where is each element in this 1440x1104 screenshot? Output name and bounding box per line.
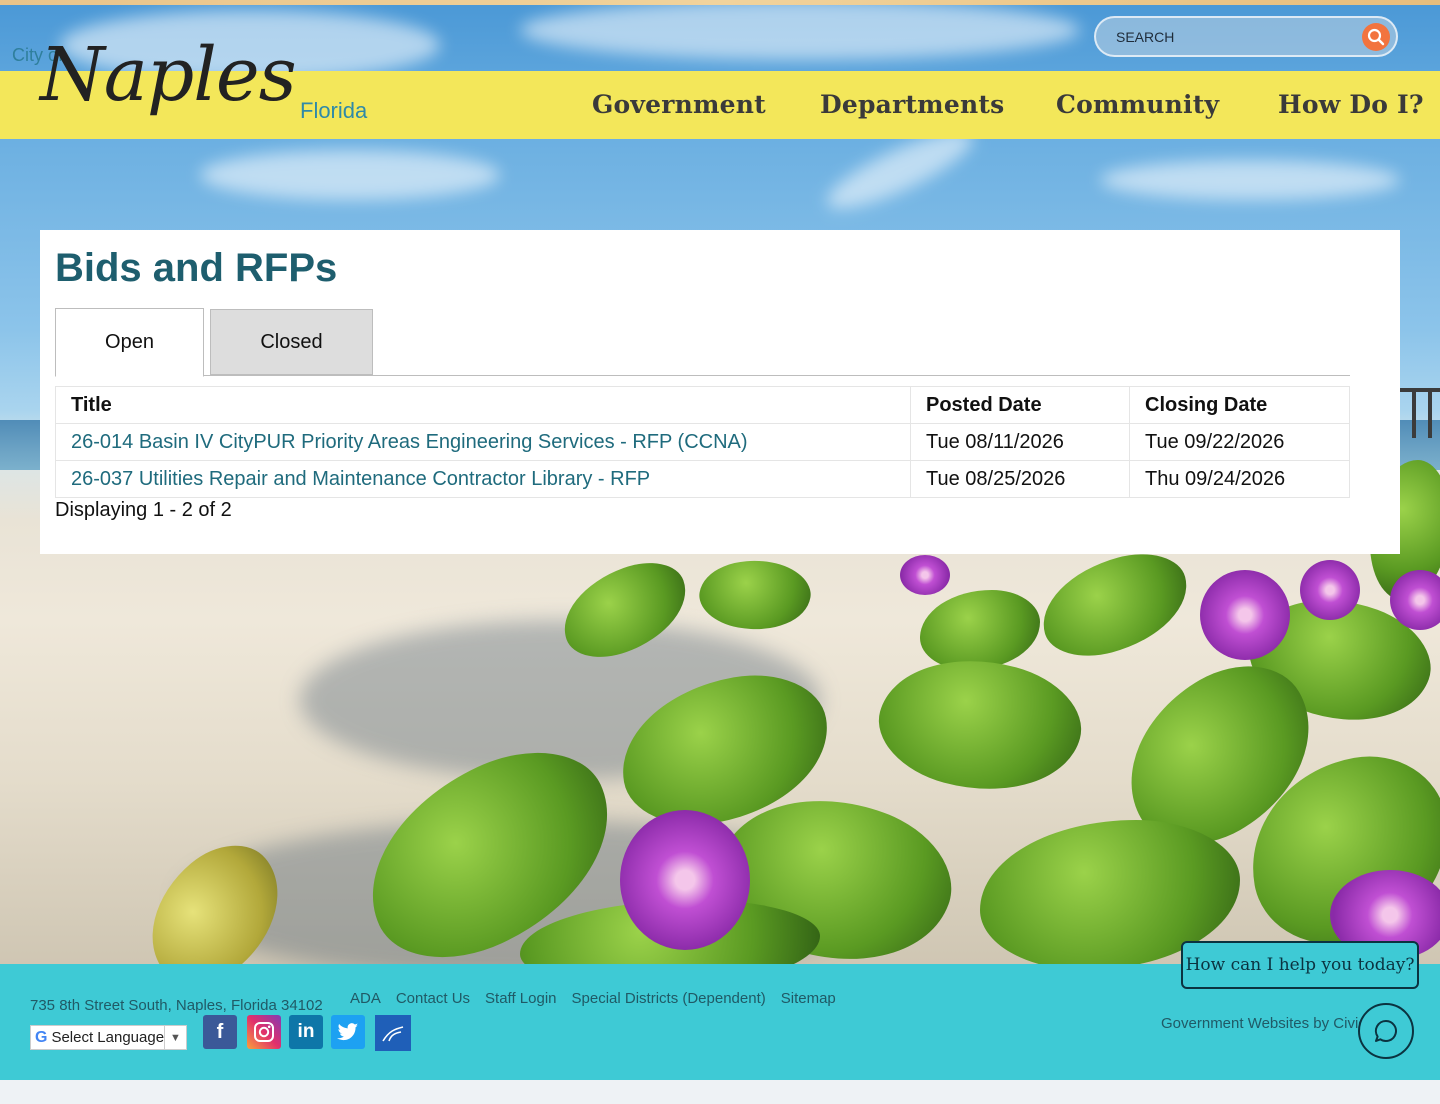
cell-title: 26-037 Utilities Repair and Maintenance … — [55, 460, 911, 498]
language-label: Select Language — [51, 1029, 165, 1046]
header-posted-date: Posted Date — [910, 386, 1130, 424]
footer-link-staff-login[interactable]: Staff Login — [485, 990, 556, 1007]
language-select[interactable]: G Select Language ▼ — [30, 1025, 187, 1050]
bid-link[interactable]: 26-037 Utilities Repair and Maintenance … — [71, 468, 650, 490]
table-row: 26-014 Basin IV CityPUR Priority Areas E… — [55, 423, 1350, 461]
google-icon: G — [35, 1028, 48, 1046]
city-logo[interactable]: City of Naples Florida — [12, 28, 372, 158]
cell-posted-date: Tue 08/11/2026 — [910, 423, 1130, 461]
tab-bar: Open Closed — [55, 308, 1350, 377]
tab-closed[interactable]: Closed — [210, 309, 373, 375]
dropdown-arrow-icon: ▼ — [164, 1026, 186, 1049]
page-bottom-strip — [0, 1080, 1440, 1104]
logo-naples: Naples — [40, 32, 297, 118]
footer-credit[interactable]: Government Websites by Civic — [1161, 1015, 1366, 1032]
footer-link-ada[interactable]: ADA — [350, 990, 381, 1007]
chat-prompt[interactable]: How can I help you today? — [1181, 941, 1419, 989]
facebook-icon[interactable]: f — [203, 1015, 237, 1049]
logo-florida: Florida — [300, 98, 368, 123]
nav-how-do-i[interactable]: How Do I? — [1278, 90, 1424, 119]
cell-title: 26-014 Basin IV CityPUR Priority Areas E… — [55, 423, 911, 461]
twitter-icon[interactable] — [331, 1015, 365, 1049]
bids-table: Title Posted Date Closing Date 26-014 Ba… — [55, 386, 1350, 498]
bid-link[interactable]: 26-014 Basin IV CityPUR Priority Areas E… — [71, 431, 748, 453]
top-accent-bar — [0, 0, 1440, 5]
footer-address: 735 8th Street South, Naples, Florida 34… — [30, 997, 323, 1014]
content-card: Bids and RFPs Open Closed Title Posted D… — [40, 230, 1400, 554]
table-header-row: Title Posted Date Closing Date — [55, 386, 1350, 424]
search-input[interactable] — [1116, 28, 1346, 45]
instagram-icon[interactable] — [247, 1015, 281, 1049]
cell-closing-date: Tue 09/22/2026 — [1129, 423, 1350, 461]
nav-community[interactable]: Community — [1056, 90, 1219, 119]
header-title: Title — [55, 386, 911, 424]
search-box[interactable] — [1094, 16, 1398, 57]
nextdoor-icon[interactable] — [375, 1015, 411, 1051]
page-title: Bids and RFPs — [55, 246, 338, 290]
search-button[interactable] — [1362, 23, 1390, 51]
cell-posted-date: Tue 08/25/2026 — [910, 460, 1130, 498]
cell-closing-date: Thu 09/24/2026 — [1129, 460, 1350, 498]
nav-government[interactable]: Government — [592, 90, 766, 119]
header-closing-date: Closing Date — [1129, 386, 1350, 424]
footer-link-special-districts[interactable]: Special Districts (Dependent) — [572, 990, 766, 1007]
tab-open[interactable]: Open — [55, 308, 204, 377]
table-row: 26-037 Utilities Repair and Maintenance … — [55, 460, 1350, 498]
footer-link-contact-us[interactable]: Contact Us — [396, 990, 470, 1007]
footer-links: ADA Contact Us Staff Login Special Distr… — [350, 990, 836, 1007]
chat-icon — [1374, 1019, 1397, 1042]
chat-button[interactable] — [1358, 1003, 1414, 1059]
result-count: Displaying 1 - 2 of 2 — [55, 499, 232, 521]
nav-departments[interactable]: Departments — [820, 90, 1004, 119]
linkedin-icon[interactable]: in — [289, 1015, 323, 1049]
search-icon — [1367, 28, 1385, 46]
footer-link-sitemap[interactable]: Sitemap — [781, 990, 836, 1007]
